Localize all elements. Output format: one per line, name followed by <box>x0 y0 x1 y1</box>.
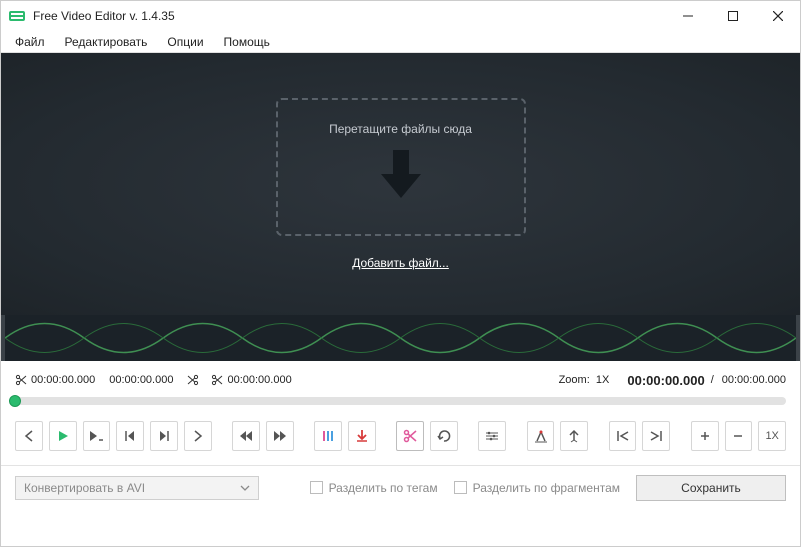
timeline-slider-wrap <box>1 393 800 417</box>
scissors-end-icon <box>187 374 199 386</box>
cut-button[interactable] <box>396 421 424 451</box>
zoom-value: 1X <box>596 374 609 386</box>
titlebar: Free Video Editor v. 1.4.35 <box>1 1 800 31</box>
maximize-button[interactable] <box>710 1 755 31</box>
menu-options[interactable]: Опции <box>159 33 211 51</box>
set-marker-button[interactable] <box>314 421 342 451</box>
prev-file-button[interactable] <box>15 421 43 451</box>
menu-file[interactable]: Файл <box>7 33 53 51</box>
play-button[interactable] <box>49 421 77 451</box>
bottom-bar: Конвертировать в AVI Разделить по тегам … <box>1 465 800 509</box>
split-by-tags-label: Разделить по тегам <box>329 481 438 495</box>
current-time: 00:00:00.000 <box>627 373 704 388</box>
window-title: Free Video Editor v. 1.4.35 <box>33 9 665 23</box>
timeline-slider[interactable] <box>15 397 786 405</box>
down-arrow-icon <box>377 148 425 200</box>
minimize-button[interactable] <box>665 1 710 31</box>
play-selection-button[interactable] <box>83 421 111 451</box>
rewind-button[interactable] <box>232 421 260 451</box>
mark-in-button[interactable] <box>527 421 555 451</box>
split-by-fragments-checkbox[interactable]: Разделить по фрагментам <box>454 481 620 495</box>
cut-end-time: 00:00:00.000 <box>109 374 173 386</box>
mark-out-button[interactable] <box>560 421 588 451</box>
goto-start-button[interactable] <box>609 421 637 451</box>
app-logo-icon <box>9 8 25 24</box>
format-select-label: Конвертировать в AVI <box>24 481 145 495</box>
frame-back-button[interactable] <box>116 421 144 451</box>
checkbox-icon <box>454 481 467 494</box>
fast-forward-button[interactable] <box>266 421 294 451</box>
zoom-label: Zoom: 1X <box>559 374 610 386</box>
menu-help[interactable]: Помощь <box>216 33 278 51</box>
preview-area: Перетащите файлы сюда Добавить файл... <box>1 53 800 315</box>
checkbox-icon <box>310 481 323 494</box>
close-button[interactable] <box>755 1 800 31</box>
selection-time: 00:00:00.000 <box>227 374 291 386</box>
zoom-reset-button[interactable]: 1X <box>758 421 786 451</box>
save-button[interactable]: Сохранить <box>636 475 786 501</box>
goto-end-button[interactable] <box>642 421 670 451</box>
zoom-in-button[interactable] <box>691 421 719 451</box>
format-select[interactable]: Конвертировать в AVI <box>15 476 259 500</box>
time-info-row: 00:00:00.000 00:00:00.000 00:00:00.000 Z… <box>1 367 800 393</box>
add-file-link[interactable]: Добавить файл... <box>352 256 449 270</box>
total-time: 00:00:00.000 <box>722 374 786 386</box>
time-separator: / <box>711 374 714 386</box>
settings-button[interactable] <box>478 421 506 451</box>
split-by-tags-checkbox[interactable]: Разделить по тегам <box>310 481 438 495</box>
cut-start-time: 00:00:00.000 <box>31 374 95 386</box>
next-file-button[interactable] <box>184 421 212 451</box>
drop-hint: Перетащите файлы сюда <box>329 122 472 136</box>
waveform-strip[interactable] <box>1 315 800 361</box>
timeline-thumb[interactable] <box>9 395 21 407</box>
zoom-out-button[interactable] <box>725 421 753 451</box>
undo-button[interactable] <box>430 421 458 451</box>
menubar: Файл Редактировать Опции Помощь <box>1 31 800 53</box>
chevron-down-icon <box>240 485 250 491</box>
window-controls <box>665 1 800 31</box>
import-marker-button[interactable] <box>348 421 376 451</box>
split-by-fragments-label: Разделить по фрагментам <box>473 481 620 495</box>
menu-edit[interactable]: Редактировать <box>57 33 156 51</box>
scissors-sel-icon <box>211 374 223 386</box>
drop-zone[interactable]: Перетащите файлы сюда <box>276 98 526 236</box>
toolbar: 1X <box>1 417 800 465</box>
scissors-start-icon <box>15 374 27 386</box>
frame-forward-button[interactable] <box>150 421 178 451</box>
